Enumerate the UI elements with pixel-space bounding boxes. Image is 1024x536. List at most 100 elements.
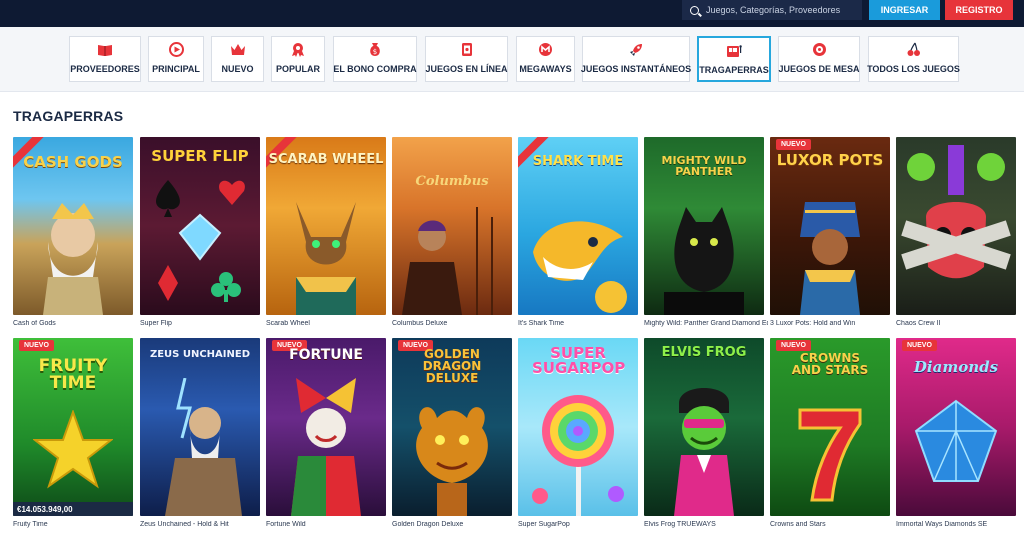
game-tile-immortal-ways-diamonds[interactable]: NUEVO Diamonds Immortal Ways Diamonds SE — [896, 338, 1016, 528]
game-thumbnail: ELVIS FROG — [644, 338, 764, 516]
game-tile-zeus-unchained[interactable]: ZEUS UNCHAINED Zeus Unchained - Hold & H… — [140, 338, 260, 528]
game-thumbnail: SUPER SUGARPOP — [518, 338, 638, 516]
category-popular[interactable]: POPULAR — [271, 36, 325, 82]
game-logo: ZEUS UNCHAINED — [149, 349, 251, 360]
game-logo: GOLDEN DRAGON DELUXE — [422, 347, 482, 385]
megaways-icon — [538, 42, 554, 57]
search-icon — [690, 5, 699, 15]
game-name: Chaos Crew II — [896, 320, 941, 327]
game-thumbnail: SUPER FLIP — [140, 137, 260, 315]
category-label: PRINCIPAL — [152, 64, 200, 74]
category-label: JUEGOS EN LÍNEA — [425, 64, 508, 74]
money-bag-icon: $ — [367, 42, 383, 57]
game-thumbnail: Columbus — [392, 137, 512, 315]
top-bar: INGRESAR REGISTRO — [0, 0, 1024, 27]
book-icon — [97, 42, 113, 57]
game-tile-super-flip[interactable]: SUPER FLIP Super Flip — [140, 137, 260, 327]
cards-icon — [459, 42, 475, 57]
category-tragaperras[interactable]: TRAGAPERRAS — [697, 36, 771, 82]
new-badge: NUEVO — [776, 139, 811, 150]
game-thumbnail — [896, 137, 1016, 315]
game-thumbnail: CASH GODS — [13, 137, 133, 315]
category-proveedores[interactable]: PROVEEDORES — [69, 36, 141, 82]
game-tile-chaos-crew-ii[interactable]: Chaos Crew II — [896, 137, 1016, 327]
chaos-crew-art-icon — [901, 145, 1011, 279]
category-el-bono-compra[interactable]: $ EL BONO COMPRA — [333, 36, 417, 82]
game-tile-super-sugarpop[interactable]: SUPER SUGARPOP Super SugarPop — [518, 338, 638, 528]
category-label: NUEVO — [221, 64, 254, 74]
game-thumbnail: MIGHTY WILD PANTHER — [644, 137, 764, 315]
slot-machine-icon — [726, 43, 742, 58]
zeus-figure-icon — [165, 378, 242, 516]
game-tile-cash-of-gods[interactable]: CASH GODS Cash of Gods — [13, 137, 133, 327]
shark-figure-icon — [533, 221, 627, 313]
svg-text:$: $ — [373, 48, 377, 56]
game-thumbnail: NUEVO CROWNS AND STARS — [770, 338, 890, 516]
explorer-figure-icon — [402, 207, 493, 315]
category-juegos-en-linea[interactable]: JUEGOS EN LÍNEA — [425, 36, 508, 82]
game-name: Super Flip — [140, 320, 172, 327]
category-todos-los-juegos[interactable]: TODOS LOS JUEGOS — [867, 36, 960, 82]
game-thumbnail: NUEVO FRUITY TIME €14.053.949,00 — [13, 338, 133, 516]
category-label: JUEGOS INSTANTÁNEOS — [580, 64, 692, 74]
play-icon — [168, 42, 184, 57]
new-badge: NUEVO — [19, 340, 54, 351]
game-name: Fruity Time — [13, 521, 48, 528]
category-label: JUEGOS DE MESA — [778, 64, 860, 74]
new-badge: NUEVO — [902, 340, 937, 351]
game-logo: CASH GODS — [23, 153, 123, 171]
game-tile-columbus-deluxe[interactable]: Columbus Columbus Deluxe — [392, 137, 512, 327]
login-button[interactable]: INGRESAR — [869, 0, 940, 20]
game-tile-crowns-and-stars[interactable]: NUEVO CROWNS AND STARS Crowns and Stars — [770, 338, 890, 528]
game-logo: MIGHTY WILD PANTHER — [661, 154, 747, 178]
jackpot-amount: €14.053.949,00 — [13, 502, 133, 516]
category-label: TRAGAPERRAS — [699, 65, 769, 75]
game-name: 3 Luxor Pots: Hold and Win — [770, 320, 856, 327]
game-name: Golden Dragon Deluxe — [392, 521, 464, 528]
category-megaways[interactable]: MEGAWAYS — [516, 36, 575, 82]
cleopatra-figure-icon — [800, 202, 860, 315]
game-thumbnail: NUEVO GOLDEN DRAGON DELUXE — [392, 338, 512, 516]
category-juegos-de-mesa[interactable]: JUEGOS DE MESA — [778, 36, 860, 82]
game-name: Mighty Wild: Panther Grand Diamond Ed... — [644, 320, 768, 327]
section-title: TRAGAPERRAS — [13, 108, 124, 124]
category-nuevo[interactable]: NUEVO — [211, 36, 264, 82]
game-tile-scarab-wheel[interactable]: SCARAB WHEEL Scarab Wheel — [266, 137, 386, 327]
game-name: Columbus Deluxe — [392, 320, 448, 327]
cherry-icon — [906, 42, 922, 57]
game-thumbnail: ZEUS UNCHAINED — [140, 338, 260, 516]
game-thumbnail: NUEVO LUXOR POTS — [770, 137, 890, 315]
game-tile-its-shark-time[interactable]: SHARK TIME It's Shark Time — [518, 137, 638, 327]
game-name: Fortune Wild — [266, 521, 306, 528]
panther-figure-icon — [664, 207, 744, 315]
game-thumbnail: SHARK TIME — [518, 137, 638, 315]
game-name: It's Shark Time — [518, 320, 565, 327]
game-name: Scarab Wheel — [266, 320, 310, 327]
game-name: Immortal Ways Diamonds SE — [896, 521, 988, 528]
game-logo: SHARK TIME — [532, 154, 624, 169]
register-button[interactable]: REGISTRO — [945, 0, 1013, 20]
game-tile-golden-dragon-deluxe[interactable]: NUEVO GOLDEN DRAGON DELUXE Golden Dragon… — [392, 338, 512, 528]
game-thumbnail: SCARAB WHEEL — [266, 137, 386, 315]
search-input[interactable] — [706, 5, 856, 15]
category-principal[interactable]: PRINCIPAL — [148, 36, 204, 82]
roulette-icon — [811, 42, 827, 57]
game-logo: SUPER SUGARPOP — [532, 344, 626, 377]
game-tile-3-luxor-pots[interactable]: NUEVO LUXOR POTS 3 Luxor Pots: Hold and … — [770, 137, 890, 327]
game-tile-fruity-time[interactable]: NUEVO FRUITY TIME €14.053.949,00 Fruity … — [13, 338, 133, 528]
game-logo: Diamonds — [913, 358, 999, 376]
game-tile-mighty-wild-panther[interactable]: MIGHTY WILD PANTHER Mighty Wild: Panther… — [644, 137, 768, 327]
category-juegos-instantaneos[interactable]: JUEGOS INSTANTÁNEOS — [580, 36, 692, 82]
lucky-seven-icon — [798, 408, 862, 502]
game-name: Zeus Unchained - Hold & Hit — [140, 521, 229, 528]
lollipop-icon — [532, 395, 624, 516]
search-box[interactable] — [682, 0, 862, 20]
game-name: Crowns and Stars — [770, 521, 826, 528]
game-tile-elvis-frog[interactable]: ELVIS FROG Elvis Frog TRUEWAYS — [644, 338, 764, 528]
game-name: Super SugarPop — [518, 521, 570, 528]
game-tile-fortune-wild[interactable]: NUEVO FORTUNE Fortune Wild — [266, 338, 386, 528]
game-name: Cash of Gods — [13, 320, 56, 327]
game-logo: LUXOR POTS — [776, 151, 884, 169]
frog-figure-icon — [674, 388, 734, 516]
diamond-icon — [914, 399, 998, 482]
